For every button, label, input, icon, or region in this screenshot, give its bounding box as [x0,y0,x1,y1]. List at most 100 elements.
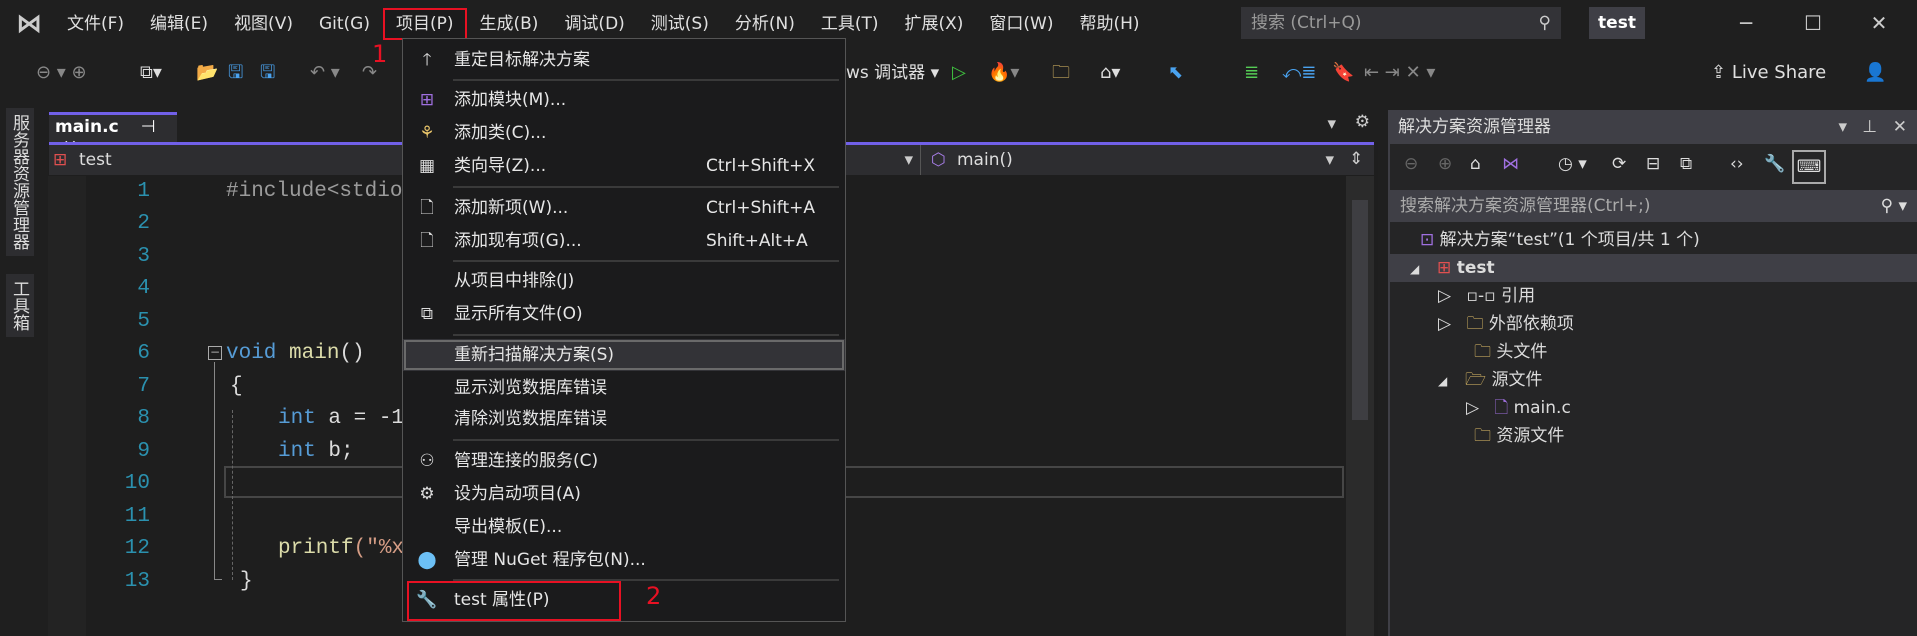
back-icon[interactable]: ⊖ [1404,154,1418,174]
solution-explorer-toolbar: ⊖ ⊕ ⌂ ⋈ ◷ ▾ ⟳ ⊟ ⧉ ‹› 🔧 ⌨ [1390,146,1917,188]
connected-services-icon: ⚇ [419,451,435,471]
solution-search-input[interactable]: 搜索解决方案资源管理器(Ctrl+;) ⚲ ▾ [1390,190,1917,222]
minimize-button[interactable]: ─ [1726,6,1766,40]
tree-item-solution[interactable]: ⊡ 解决方案“test”(1 个项目/共 1 个) [1390,226,1917,254]
pin-icon[interactable]: ⊣ [141,117,156,137]
menu-edit[interactable]: 编辑(E) [137,8,221,40]
expanded-icon: ◢ [1410,262,1424,276]
hot-reload-icon[interactable]: 🔥▾ [988,60,1019,86]
close-icon[interactable]: ✕ [1893,110,1907,144]
menu-item-show-all-files[interactable]: ⧉ 显示所有文件(O) [403,298,845,330]
pointer-icon[interactable]: ⬉ [1168,60,1183,86]
pending-changes-icon[interactable]: ◷ ▾ [1558,154,1587,174]
menu-file[interactable]: 文件(F) [54,8,137,40]
bookmark-icon[interactable]: 🔖 [1332,60,1354,86]
menu-item-set-startup-project[interactable]: ⚙ 设为启动项目(A) [403,478,845,510]
collapse-icon[interactable]: − [208,346,222,360]
tab-list-dropdown-icon[interactable]: ▾ [1327,114,1336,134]
new-project-icon[interactable]: ⧉▾ [140,60,162,86]
search-icon[interactable]: ⚲ ▾ [1881,190,1907,222]
show-all-files-icon[interactable]: ⧉ [1680,154,1692,174]
find-in-folder-icon[interactable]: 🗀 [1052,60,1070,86]
line-number: 1 [137,180,150,203]
tree-item-project[interactable]: ◢ ⊞ test [1390,254,1917,282]
tree-item-references[interactable]: ▷ ▫-▫ 引用 [1390,282,1917,310]
forward-icon[interactable]: ⊕ [1438,154,1452,174]
debugger-dropdown[interactable]: ws 调试器 ▾ [846,60,939,86]
menu-item-add-module[interactable]: ⊞ 添加模块(M)... [403,84,845,116]
tree-item-external-deps[interactable]: ▷ 🗀 外部依赖项 [1390,310,1917,338]
maximize-button[interactable]: ☐ [1793,6,1833,40]
menu-item-clear-browse-db-errors[interactable]: 清除浏览数据库错误 [403,403,845,435]
start-debugging-icon[interactable]: ▷ [952,60,966,86]
open-folder-icon[interactable]: 📂 [196,60,218,86]
save-all-icon[interactable]: 🖫 [260,60,275,86]
tree-item-header-files[interactable]: 🗀 头文件 [1390,338,1917,366]
tree-item-main-c[interactable]: ▷ 🗋 main.c [1390,394,1917,422]
function-dropdown[interactable]: ⬡ main() ▾ [920,145,1340,175]
preview-selected-icon[interactable]: ⌨ [1792,150,1826,184]
menu-item-export-template[interactable]: 导出模板(E)... [403,511,845,543]
close-button[interactable]: ✕ [1859,6,1899,40]
menu-help[interactable]: 帮助(H) [1067,8,1153,40]
search-placeholder: 搜索解决方案资源管理器(Ctrl+;) [1400,196,1651,216]
annotation-number-1: 1 [372,40,388,68]
menu-item-manage-connected-services[interactable]: ⚇ 管理连接的服务(C) [403,445,845,477]
menu-label: 类向导(Z)... [454,156,547,176]
menu-debug[interactable]: 调试(D) [551,8,637,40]
chevron-down-icon[interactable]: ▾ [1838,110,1847,144]
menu-item-retarget-solution[interactable]: 🡑 重定目标解决方案 [403,44,845,76]
pin-icon[interactable]: ⊥ [1862,110,1877,144]
tree-item-source-files[interactable]: ◢ 🗁 源文件 [1390,366,1917,394]
menu-test[interactable]: 测试(S) [638,8,722,40]
tree-item-resource-files[interactable]: 🗀 资源文件 [1390,422,1917,450]
back-icon[interactable]: ⊖ ▾ ⊕ [36,60,87,86]
menu-item-add-existing-item[interactable]: 🗋 添加现有项(G)... Shift+Alt+A [403,225,845,257]
home-icon[interactable]: ⌂ [1470,154,1481,174]
menu-item-rescan-solution[interactable]: 重新扫描解决方案(S) [403,339,845,371]
menu-extensions[interactable]: 扩展(X) [892,8,977,40]
menu-item-add-class[interactable]: ⚘ 添加类(C)... [403,117,845,149]
menu-item-add-new-item[interactable]: 🗋 添加新项(W)... Ctrl+Shift+A [403,192,845,224]
title-bar: ⋈ 文件(F) 编辑(E) 视图(V) Git(G) 项目(P) 生成(B) 调… [0,0,1917,48]
server-explorer-tab[interactable]: 服务器资源管理器 [6,108,34,256]
indent-guide [232,410,233,580]
tree-label: 源文件 [1491,370,1543,390]
bookmark-nav-icons[interactable]: ⇤ ⇥ ✕ ▾ [1364,60,1435,86]
feedback-icon[interactable]: 👤 [1864,60,1886,86]
menu-view[interactable]: 视图(V) [221,8,306,40]
tab-main-c[interactable]: main.c ⊣ ✕ [49,112,177,157]
scrollbar-thumb[interactable] [1352,200,1368,420]
code-view-icon[interactable]: ‹› [1730,154,1744,174]
uncomment-icon[interactable]: ⤺≣ [1282,60,1316,86]
menu-build[interactable]: 生成(B) [467,8,552,40]
code-line-1: #include<stdio [226,180,403,203]
string: ("%x [353,537,405,560]
menu-window[interactable]: 窗口(W) [976,8,1066,40]
chevron-down-icon: ▾ [1325,150,1334,170]
live-share-button[interactable]: ⇪ Live Share [1711,60,1826,86]
switch-views-icon[interactable]: ⋈ [1502,154,1519,174]
menu-project[interactable]: 项目(P) [382,8,467,40]
collapse-all-icon[interactable]: ⊟ [1646,154,1660,174]
left-tool-strip: 服务器资源管理器 工具箱 [0,104,40,636]
refresh-icon[interactable]: ⟳ [1612,154,1626,174]
menu-item-exclude-from-project[interactable]: 从项目中排除(J) [403,265,845,297]
properties-wrench-icon[interactable]: 🔧 [1764,154,1785,174]
search-input[interactable]: 搜索 (Ctrl+Q) ⚲ [1241,7,1561,39]
menu-item-manage-nuget[interactable]: ⬤ 管理 NuGet 程序包(N)... [403,544,845,576]
menu-item-class-wizard[interactable]: ▦ 类向导(Z)... Ctrl+Shift+X [403,150,845,182]
home-window-icon[interactable]: ⌂▾ [1100,60,1120,86]
menu-git[interactable]: Git(G) [306,8,383,40]
save-icon[interactable]: 🖫 [228,60,243,86]
nav-function-label: main() [957,150,1013,170]
undo-icon[interactable]: ↶ ▾ [310,60,340,86]
comment-icon[interactable]: ≣ [1244,60,1259,86]
gear-icon[interactable]: ⚙ [1355,112,1370,132]
menu-tools[interactable]: 工具(T) [808,8,892,40]
toolbox-tab[interactable]: 工具箱 [6,274,34,337]
keyword: void [226,342,277,365]
menu-item-show-browse-db-errors[interactable]: 显示浏览数据库错误 [403,372,845,404]
split-icon[interactable]: ⇕ [1349,149,1363,169]
menu-analyze[interactable]: 分析(N) [722,8,808,40]
